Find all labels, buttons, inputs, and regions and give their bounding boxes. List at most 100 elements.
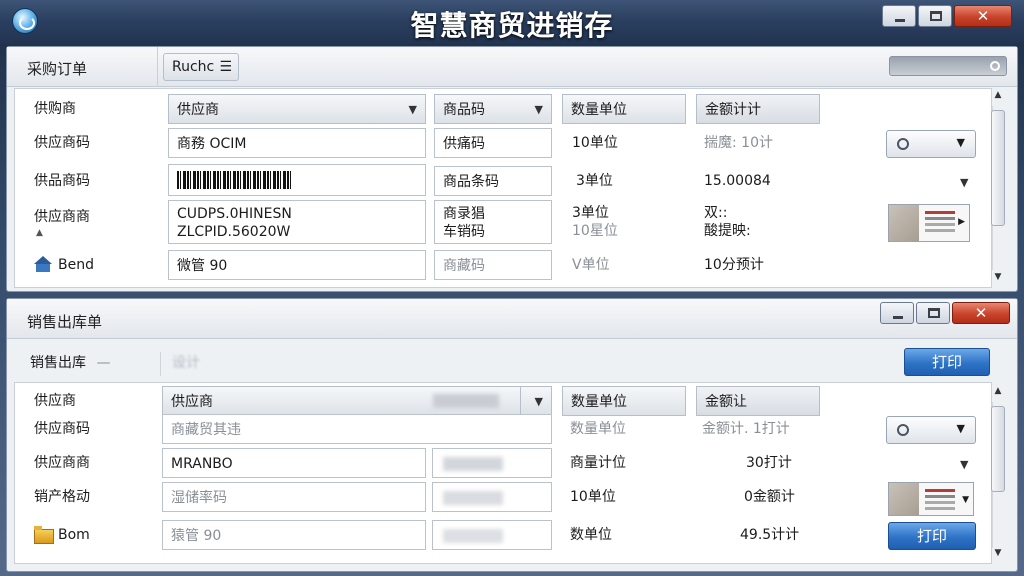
- sales-maximize-button[interactable]: [916, 302, 950, 324]
- app-title: 智慧商贸进销存: [410, 9, 614, 42]
- scroll-down-icon[interactable]: ▼: [990, 272, 1006, 286]
- purchase-row3-amount-line1: 双::: [704, 205, 728, 221]
- thumbnail-image: [889, 205, 919, 241]
- folder-icon: [34, 526, 54, 544]
- scroll-up-icon[interactable]: ▲: [990, 90, 1006, 104]
- minimize-icon: [893, 316, 903, 319]
- caret-up-icon: ▲: [36, 228, 43, 238]
- blurred-value: [443, 491, 503, 505]
- thumbnail-lines: [925, 211, 955, 214]
- sales-row1-label: 供应商码: [34, 421, 90, 437]
- sales-panel-titlebar: 销售出库单: [7, 299, 1017, 339]
- sales-panel-title: 销售出库单: [27, 313, 103, 331]
- toolbar-divider: [157, 47, 158, 87]
- purchase-document-thumbnail[interactable]: ▶: [888, 204, 970, 242]
- clock-icon: [897, 424, 909, 436]
- sales-col-amount: 金额让: [696, 386, 820, 416]
- purchase-panel-title: 采购订单: [27, 60, 88, 78]
- sales-row4-unit: 数单位: [570, 527, 612, 543]
- purchase-row3-unit-line2: 10星位: [572, 223, 618, 239]
- sales-row4-label: Bom: [58, 527, 90, 543]
- sales-window-controls: ✕: [880, 302, 1010, 324]
- sales-row2-code[interactable]: [432, 448, 552, 478]
- sales-supplier-select-value: 供应商: [171, 394, 213, 410]
- maximize-button[interactable]: [918, 5, 952, 27]
- chevron-down-icon: ▼: [956, 136, 965, 149]
- minimize-button[interactable]: [882, 5, 916, 27]
- scroll-thumb[interactable]: [991, 406, 1005, 492]
- purchase-row2-code[interactable]: 商品条码: [434, 166, 552, 196]
- purchase-row1-unit: 10单位: [572, 135, 618, 151]
- sales-time-dropdown[interactable]: ▼: [886, 416, 976, 444]
- scroll-down-icon[interactable]: ▼: [990, 548, 1006, 562]
- chevron-down-icon[interactable]: ▼: [960, 176, 968, 189]
- sales-row3-field[interactable]: 湿储率码: [162, 482, 426, 512]
- app-title-bar: 智慧商贸进销存 ✕: [0, 0, 1024, 44]
- purchase-search-input[interactable]: [889, 56, 1007, 76]
- purchase-col-amount: 金额计计: [696, 94, 820, 124]
- sales-print-button[interactable]: 打印: [904, 348, 990, 376]
- sales-row-print-button[interactable]: 打印: [888, 522, 976, 550]
- sales-row2-label: 供应商商: [34, 455, 90, 471]
- purchase-toolbar-button-label: Ruchc: [172, 59, 215, 75]
- blurred-value: [433, 394, 499, 408]
- thumbnail-lines: [925, 489, 955, 492]
- maximize-icon: [930, 11, 942, 21]
- chevron-down-icon[interactable]: ▼: [960, 458, 968, 471]
- sales-row4-code[interactable]: [432, 520, 552, 550]
- purchase-supplier-select-value: 供应商: [177, 102, 219, 118]
- sales-row3-code[interactable]: [432, 482, 552, 512]
- blurred-value: [443, 529, 503, 543]
- maximize-icon: [928, 308, 940, 318]
- close-icon: ✕: [976, 7, 990, 25]
- close-icon: ✕: [974, 304, 988, 322]
- purchase-row4-amount: 10分预计: [704, 257, 764, 273]
- sales-subtitle-text: 销售出库: [30, 355, 86, 371]
- search-icon: [990, 61, 1000, 71]
- thumbnail-image: [889, 483, 919, 515]
- purchase-row3-code-line1: 商录猖: [443, 206, 485, 222]
- purchase-row1-code[interactable]: 供痛码: [434, 128, 552, 158]
- sales-row4-amount: 49.5计计: [740, 527, 800, 543]
- home-icon: [34, 256, 52, 272]
- purchase-row3-field-line1: CUDPS.0HINESN: [177, 206, 292, 222]
- chevron-down-icon: ▼: [534, 103, 543, 116]
- purchase-row2-label: 供品商码: [34, 173, 90, 189]
- sales-row3-unit: 10单位: [570, 489, 616, 505]
- sales-row4-field[interactable]: 猿管 90: [162, 520, 426, 550]
- sales-row3-label: 销产格动: [34, 489, 90, 505]
- purchase-row1-field[interactable]: 商務 OCIM: [168, 128, 426, 158]
- sales-toolbar-design: 设计: [172, 355, 200, 371]
- purchase-supplier-select[interactable]: 供应商 ▼: [168, 94, 426, 124]
- chevron-down-icon: ▼: [408, 103, 417, 116]
- purchase-time-dropdown[interactable]: ▼: [886, 130, 976, 158]
- purchase-row2-barcode-field[interactable]: [168, 164, 426, 196]
- sales-row1-field[interactable]: 商藏贸其违: [162, 414, 552, 444]
- purchase-row2-amount: 15.00084: [704, 173, 771, 189]
- menu-icon: ☰: [219, 59, 232, 75]
- purchase-col-product-code[interactable]: 商品码 ▼: [434, 94, 552, 124]
- purchase-scrollbar[interactable]: ▲ ▼: [990, 90, 1006, 286]
- scroll-thumb[interactable]: [991, 110, 1005, 226]
- sales-row1-unit: 数量单位: [570, 421, 626, 437]
- sales-subtitle: 销售出库 —: [30, 348, 110, 378]
- sales-minimize-button[interactable]: [880, 302, 914, 324]
- sales-row2-amount: 30打计: [746, 455, 792, 471]
- chevron-down-icon: ▼: [534, 395, 543, 408]
- purchase-row3-field[interactable]: CUDPS.0HINESN ZLCPID.56020W: [168, 200, 426, 244]
- purchase-toolbar-button[interactable]: Ruchc ☰: [163, 53, 239, 81]
- sales-document-thumbnail[interactable]: ▼: [888, 482, 974, 516]
- sales-scrollbar[interactable]: ▲ ▼: [990, 386, 1006, 562]
- scroll-up-icon[interactable]: ▲: [990, 386, 1006, 400]
- purchase-row4-field[interactable]: 微管 90: [168, 250, 426, 280]
- sales-close-button[interactable]: ✕: [952, 302, 1010, 324]
- purchase-row3-code[interactable]: 商录猖 车销码: [434, 200, 552, 244]
- purchase-row3-amount: 双:: 酸提映:: [704, 200, 824, 244]
- sales-supplier-select[interactable]: 供应商 ▼: [162, 386, 552, 416]
- sales-row3-amount: 0金额计: [744, 489, 795, 505]
- purchase-row4-code[interactable]: 商藏码: [434, 250, 552, 280]
- sales-row2-field[interactable]: MRANBO: [162, 448, 426, 478]
- purchase-row3-field-line2: ZLCPID.56020W: [177, 224, 291, 240]
- close-button[interactable]: ✕: [954, 5, 1012, 27]
- purchase-row2-unit: 3单位: [576, 173, 613, 189]
